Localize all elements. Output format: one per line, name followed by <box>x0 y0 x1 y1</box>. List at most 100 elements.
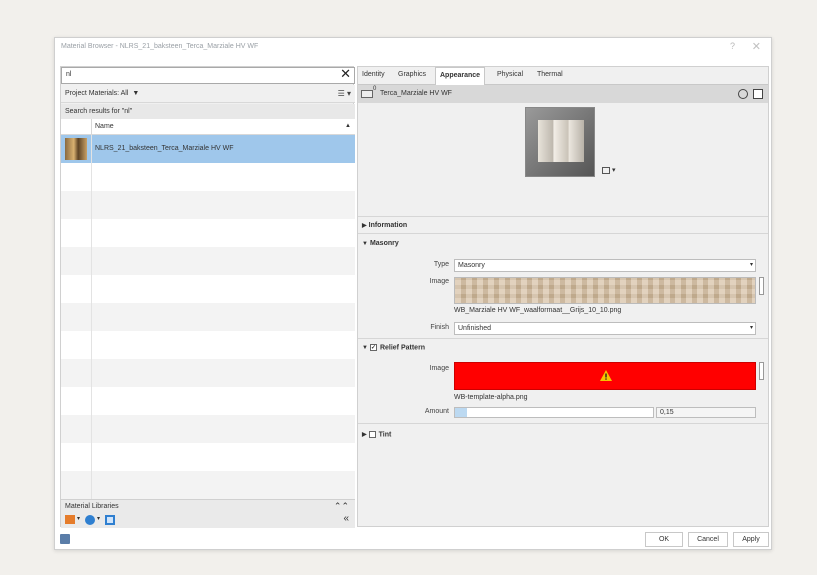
project-materials-label: Project Materials: All <box>65 90 129 97</box>
window-title: Material Browser - NLRS_21_baksteen_Terc… <box>61 43 259 50</box>
empty-row <box>61 303 355 331</box>
cancel-button[interactable]: Cancel <box>688 532 728 547</box>
expand-icon: ▶ <box>362 223 367 229</box>
tab-graphics[interactable]: Graphics <box>398 71 426 78</box>
column-divider <box>91 359 92 387</box>
empty-row <box>61 191 355 219</box>
expand-libraries-icon[interactable]: ⌃⌃ <box>334 501 349 512</box>
column-divider <box>91 331 92 359</box>
name-column-header[interactable]: Name <box>95 123 114 130</box>
search-input[interactable]: nl <box>66 71 71 78</box>
left-panel: nl ✕ Project Materials: All ▼ ☰ ▾ Search… <box>60 66 355 528</box>
ok-button[interactable]: OK <box>645 532 683 547</box>
relief-enabled-checkbox[interactable]: ✓ <box>369 344 377 351</box>
asset-icon <box>361 90 373 98</box>
material-name: NLRS_21_baksteen_Terca_Marziale HV WF <box>95 145 234 152</box>
view-options-icon[interactable]: ☰ ▾ <box>338 89 351 98</box>
column-divider <box>91 119 92 135</box>
relief-image-missing[interactable] <box>454 362 756 390</box>
column-divider <box>91 247 92 275</box>
chevron-down-icon[interactable]: ▾ <box>97 515 100 522</box>
column-divider <box>91 275 92 303</box>
list-item[interactable]: NLRS_21_baksteen_Terca_Marziale HV WF <box>61 135 355 163</box>
section-label: Masonry <box>369 240 399 247</box>
tab-physical[interactable]: Physical <box>497 71 523 78</box>
collapse-icon: ▼ <box>362 241 368 247</box>
material-preview <box>525 107 595 177</box>
column-divider <box>91 163 92 191</box>
empty-row <box>61 415 355 443</box>
chevron-down-icon: ▾ <box>611 167 616 174</box>
empty-row <box>61 247 355 275</box>
preview-render-image <box>538 120 584 162</box>
section-information[interactable]: ▶ Information <box>362 222 407 229</box>
search-box[interactable]: nl ✕ <box>61 66 355 84</box>
list-header: Name ▲ <box>61 119 355 135</box>
sort-ascending-icon[interactable]: ▲ <box>345 123 351 129</box>
image-options-button[interactable] <box>759 277 764 295</box>
material-browser-window: Material Browser - NLRS_21_baksteen_Terc… <box>54 37 772 550</box>
type-label: Type <box>433 261 449 268</box>
tab-bar: Identity Graphics Appearance Physical Th… <box>358 67 768 86</box>
empty-row <box>61 387 355 415</box>
dialog-footer: OK Cancel Apply <box>55 529 771 551</box>
right-panel: Identity Graphics Appearance Physical Th… <box>357 66 769 527</box>
section-relief-pattern[interactable]: ▼ ✓ Relief Pattern <box>362 344 425 351</box>
empty-row <box>61 275 355 303</box>
tab-thermal[interactable]: Thermal <box>537 71 563 78</box>
relief-image-filename[interactable]: WB-template-alpha.png <box>454 394 528 401</box>
divider <box>358 338 768 339</box>
open-library-icon[interactable] <box>65 515 75 524</box>
warning-icon <box>600 370 612 381</box>
section-tint[interactable]: ▶ Tint <box>362 431 391 438</box>
amount-value: 0,15 <box>660 409 674 416</box>
amount-input[interactable]: 0,15 <box>656 407 756 418</box>
amount-label: Amount <box>424 408 449 415</box>
preview-options-button[interactable]: ▾ <box>602 166 615 174</box>
materials-list: Name ▲ NLRS_21_baksteen_Terca_Marziale H… <box>61 119 355 499</box>
tab-appearance[interactable]: Appearance <box>435 67 486 86</box>
preview-shape-icon <box>602 166 610 174</box>
asset-browser-icon[interactable] <box>105 515 115 525</box>
search-results-label: Search results for "nl" <box>65 108 133 115</box>
hide-library-icon[interactable]: « <box>343 513 349 524</box>
chevron-down-icon: ▾ <box>749 262 753 268</box>
masonry-image-filename[interactable]: WB_Marziale HV WF_waalformaat__Grijs_10_… <box>454 307 621 314</box>
masonry-image-swatch[interactable] <box>454 277 756 304</box>
chevron-down-icon: ▾ <box>749 325 753 331</box>
empty-row <box>61 359 355 387</box>
close-button[interactable]: ✕ <box>752 40 761 53</box>
asset-header: 0 Terca_Marziale HV WF <box>358 85 768 103</box>
divider <box>358 216 768 217</box>
finish-dropdown[interactable]: Unfinished ▾ <box>454 322 756 335</box>
libraries-toolbar: ▾ ▾ « <box>61 513 355 528</box>
material-libraries-label: Material Libraries <box>65 503 119 510</box>
image-label: Image <box>429 278 449 285</box>
help-button[interactable]: ? <box>730 41 735 51</box>
relief-image-options-button[interactable] <box>759 362 764 380</box>
asset-name: Terca_Marziale HV WF <box>380 90 452 97</box>
empty-row <box>61 471 355 499</box>
finish-value: Unfinished <box>458 325 492 332</box>
clear-search-icon[interactable]: ✕ <box>340 66 351 82</box>
tab-identity[interactable]: Identity <box>362 71 385 78</box>
empty-row <box>61 331 355 359</box>
chevron-down-icon[interactable]: ▾ <box>77 515 80 522</box>
tint-enabled-checkbox[interactable] <box>368 431 376 438</box>
amount-slider[interactable] <box>454 407 654 418</box>
title-bar: Material Browser - NLRS_21_baksteen_Terc… <box>55 38 771 58</box>
asset-count: 0 <box>373 86 377 92</box>
type-dropdown[interactable]: Masonry ▾ <box>454 259 756 272</box>
duplicate-asset-icon[interactable] <box>753 89 763 99</box>
project-materials-dropdown[interactable]: Project Materials: All ▼ <box>65 90 139 97</box>
expand-icon: ▶ <box>362 432 367 439</box>
create-material-icon[interactable] <box>85 515 95 525</box>
section-label: Information <box>368 222 408 229</box>
apply-button[interactable]: Apply <box>733 532 769 547</box>
filter-icon[interactable]: ▼ <box>132 90 139 97</box>
column-divider <box>91 191 92 219</box>
asset-library-icon[interactable] <box>60 534 70 544</box>
replace-asset-icon[interactable] <box>738 89 748 99</box>
section-label: Tint <box>378 431 392 439</box>
section-masonry[interactable]: ▼ Masonry <box>362 240 399 247</box>
